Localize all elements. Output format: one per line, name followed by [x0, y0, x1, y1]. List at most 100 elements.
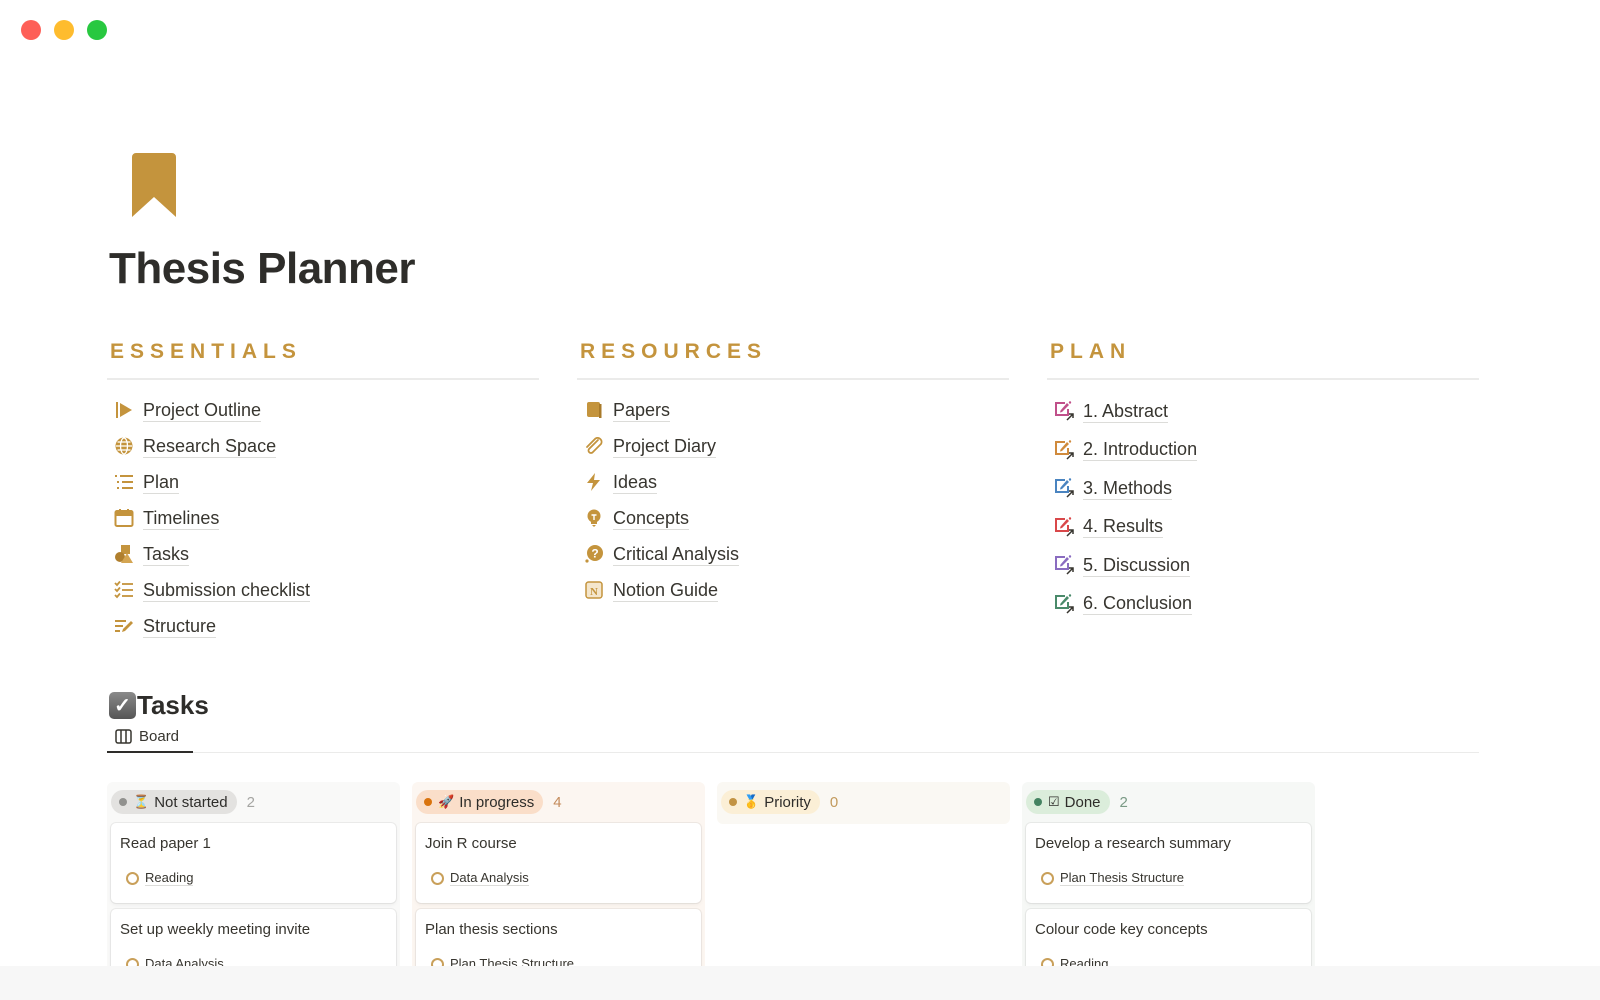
link-plan-section[interactable]: 6. Conclusion	[1047, 585, 1479, 624]
link-project-outline[interactable]: Project Outline	[107, 392, 539, 428]
link-label: 2. Introduction	[1083, 439, 1198, 462]
link-label: Research Space	[143, 435, 277, 458]
task-title: Read paper 1	[120, 835, 211, 852]
status-badge[interactable]: 🥇 Priority	[721, 790, 820, 814]
link-label: Project Outline	[143, 399, 262, 422]
task-card[interactable]: Plan thesis sections Plan Thesis Structur…	[416, 909, 701, 966]
link-plan-section[interactable]: 1. Abstract	[1047, 392, 1479, 431]
plan-section: PLAN 1. Abstract 2. Introduction 3. Method…	[1047, 340, 1479, 623]
link-papers[interactable]: Papers	[577, 392, 1009, 428]
status-label: Priority	[764, 793, 811, 811]
link-plan-section[interactable]: 3. Methods	[1047, 469, 1479, 508]
board-icon	[115, 728, 132, 744]
link-plan[interactable]: Plan	[107, 464, 539, 500]
minimize-window-button[interactable]	[54, 20, 74, 40]
divider	[107, 378, 539, 380]
tab-board[interactable]: Board	[107, 721, 193, 753]
window-controls	[21, 20, 107, 40]
link-label: 3. Methods	[1083, 477, 1173, 500]
link-critical-analysis[interactable]: ? Critical Analysis	[577, 536, 1009, 572]
link-research-space[interactable]: Research Space	[107, 428, 539, 464]
tasks-title: Tasks	[137, 690, 209, 720]
resources-section: RESOURCES Papers Project Diary Ideas Con…	[577, 340, 1009, 608]
status-dot	[729, 798, 737, 806]
maximize-window-button[interactable]	[87, 20, 107, 40]
section-heading: ESSENTIALS	[110, 340, 302, 363]
status-dot	[119, 798, 127, 806]
link-label: 6. Conclusion	[1083, 593, 1193, 616]
task-card[interactable]: Set up weekly meeting invite Data Analysi…	[111, 909, 396, 966]
link-ideas[interactable]: Ideas	[577, 464, 1009, 500]
link-project-diary[interactable]: Project Diary	[577, 428, 1009, 464]
link-concepts[interactable]: Concepts	[577, 500, 1009, 536]
status-badge[interactable]: 🚀 In progress	[416, 790, 544, 814]
link-notion-guide[interactable]: N Notion Guide	[577, 572, 1009, 608]
notion-icon: N	[583, 579, 605, 601]
circle-icon	[431, 871, 444, 885]
relation-label: Data Analysis	[145, 956, 224, 966]
book-icon	[583, 399, 605, 421]
status-dot	[1034, 798, 1042, 806]
status-badge[interactable]: ⏳ Not started	[111, 790, 237, 814]
circle-icon	[431, 957, 444, 966]
notion-window: Thesis Planner ESSENTIALS Project Outlin…	[0, 0, 1600, 966]
status-dot	[424, 798, 432, 806]
divider	[577, 378, 1009, 380]
task-relation[interactable]: Plan Thesis Structure	[1041, 870, 1302, 886]
tasks-database-title[interactable]: ✓ Tasks	[109, 690, 209, 721]
close-window-button[interactable]	[21, 20, 41, 40]
task-card[interactable]: Read paper 1 Reading	[111, 823, 396, 903]
task-relation[interactable]: Data Analysis	[431, 870, 692, 886]
link-label: Notion Guide	[613, 579, 719, 602]
relation-label: Data Analysis	[450, 870, 529, 886]
link-label: Timelines	[143, 507, 220, 530]
link-label: Project Diary	[613, 435, 717, 458]
edit-link-icon	[1053, 477, 1075, 499]
status-emoji-icon: ☑	[1048, 794, 1060, 809]
link-submission-checklist[interactable]: Submission checklist	[107, 572, 539, 608]
column-count: 4	[553, 793, 562, 811]
board-column: 🥇 Priority 0	[717, 782, 1010, 824]
task-relation[interactable]: Reading	[1041, 956, 1302, 966]
task-card[interactable]: Develop a research summary Plan Thesis St…	[1026, 823, 1311, 903]
divider	[1047, 378, 1479, 380]
relation-label: Plan Thesis Structure	[450, 956, 574, 966]
calendar-icon	[113, 507, 135, 529]
link-plan-section[interactable]: 4. Results	[1047, 508, 1479, 547]
column-header[interactable]: ☑ Done 2	[1026, 789, 1311, 815]
link-plan-section[interactable]: 2. Introduction	[1047, 431, 1479, 470]
task-relation[interactable]: Reading	[126, 870, 387, 886]
column-header[interactable]: ⏳ Not started 2	[111, 789, 396, 815]
link-label: Critical Analysis	[613, 543, 740, 566]
circle-icon	[1041, 871, 1054, 885]
status-badge[interactable]: ☑ Done	[1026, 790, 1110, 814]
task-relation[interactable]: Plan Thesis Structure	[431, 956, 692, 966]
link-tasks[interactable]: Tasks	[107, 536, 539, 572]
column-count: 2	[246, 793, 255, 811]
task-card[interactable]: Join R course Data Analysis	[416, 823, 701, 903]
task-card[interactable]: Colour code key concepts Reading	[1026, 909, 1311, 966]
lightbulb-icon	[583, 507, 605, 529]
flag-icon	[113, 399, 135, 421]
status-label: Done	[1064, 793, 1101, 811]
link-plan-section[interactable]: 5. Discussion	[1047, 546, 1479, 585]
status-emoji-icon: ⏳	[133, 794, 150, 809]
globe-icon	[113, 435, 135, 457]
section-heading: RESOURCES	[580, 340, 768, 363]
bookmark-icon[interactable]	[132, 153, 176, 219]
link-label: Ideas	[613, 471, 658, 494]
page-title[interactable]: Thesis Planner	[109, 244, 416, 294]
svg-text:N: N	[590, 586, 598, 598]
column-header[interactable]: 🚀 In progress 4	[416, 789, 701, 815]
task-title: Join R course	[425, 835, 517, 852]
essentials-section: ESSENTIALS Project Outline Research Spac…	[107, 340, 539, 644]
status-label: In progress	[459, 793, 535, 811]
task-title: Set up weekly meeting invite	[120, 921, 311, 938]
edit-link-icon	[1053, 516, 1075, 538]
task-relation[interactable]: Data Analysis	[126, 956, 387, 966]
link-timelines[interactable]: Timelines	[107, 500, 539, 536]
link-label: Structure	[143, 615, 217, 638]
link-structure[interactable]: Structure	[107, 608, 539, 644]
column-header[interactable]: 🥇 Priority 0	[721, 789, 1006, 815]
board-column: ☑ Done 2 Develop a research summary Plan The…	[1022, 782, 1315, 966]
